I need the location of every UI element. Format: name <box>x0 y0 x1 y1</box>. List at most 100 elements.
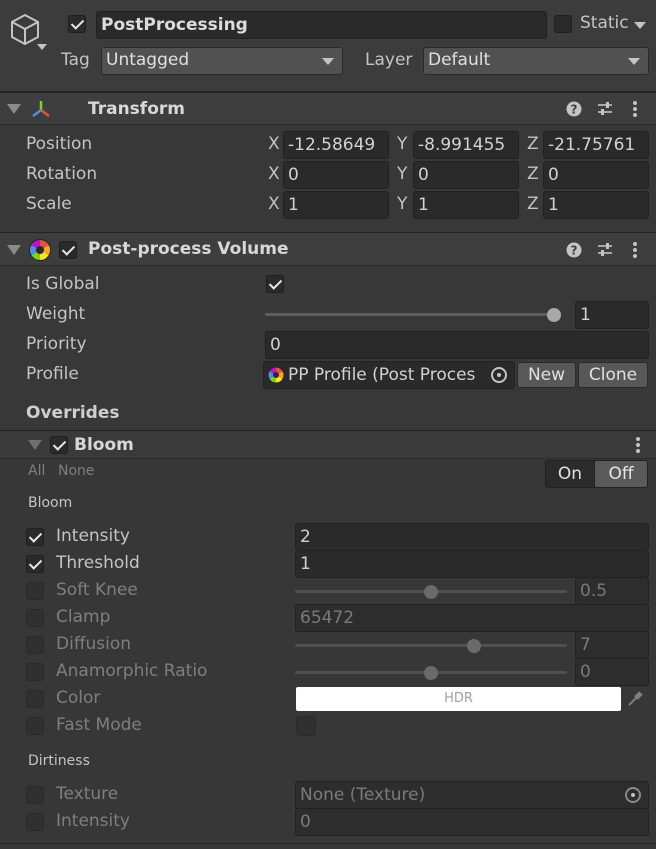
eyedropper-icon[interactable] <box>625 689 645 709</box>
kebab-menu-icon[interactable] <box>633 101 637 119</box>
presets-icon[interactable] <box>596 241 614 259</box>
intensity-override-checkbox[interactable] <box>26 528 44 546</box>
priority-input[interactable]: 0 <box>265 331 649 359</box>
threshold-override-checkbox[interactable] <box>26 555 44 573</box>
position-y-input[interactable]: -8.991455 <box>413 131 519 159</box>
foldout-arrow-icon[interactable] <box>7 104 21 114</box>
position-z-input[interactable]: -21.75761 <box>543 131 649 159</box>
post-process-volume-icon <box>29 239 51 261</box>
scale-x-axis-label[interactable]: X <box>268 194 280 214</box>
scale-y-axis-label[interactable]: Y <box>397 194 407 214</box>
soft-knee-slider-knob[interactable] <box>424 585 438 599</box>
rotation-x-axis-label[interactable]: X <box>268 164 280 184</box>
anamorphic-ratio-input[interactable]: 0 <box>575 658 649 686</box>
gameobject-cube-icon[interactable] <box>8 12 42 46</box>
rotation-y-axis-label[interactable]: Y <box>397 164 407 184</box>
transform-title: Transform <box>88 99 185 119</box>
soft-knee-label: Soft Knee <box>56 580 138 600</box>
texture-override-checkbox[interactable] <box>26 786 44 804</box>
is-global-checkbox[interactable] <box>266 275 284 293</box>
intensity-input[interactable]: 2 <box>295 523 649 551</box>
position-z-axis-label[interactable]: Z <box>527 134 539 154</box>
override-all-link[interactable]: All <box>28 463 45 479</box>
position-x-input[interactable]: -12.58649 <box>283 131 389 159</box>
transform-header[interactable]: Transform ? <box>0 92 656 125</box>
volume-title: Post-process Volume <box>88 239 289 259</box>
help-icon[interactable]: ? <box>566 242 582 258</box>
weight-label: Weight <box>26 304 86 324</box>
fast-mode-override-checkbox[interactable] <box>26 717 44 735</box>
layer-dropdown[interactable]: Default <box>423 47 649 75</box>
foldout-arrow-icon[interactable] <box>7 245 21 255</box>
anamorphic-ratio-slider[interactable] <box>295 662 567 682</box>
dirt-intensity-override-checkbox[interactable] <box>26 813 44 831</box>
tag-dropdown[interactable]: Untagged <box>101 47 343 75</box>
rotation-z-input[interactable]: 0 <box>543 161 649 189</box>
soft-knee-input[interactable]: 0.5 <box>575 577 649 605</box>
clamp-input[interactable]: 65472 <box>295 604 649 632</box>
bloom-enabled-checkbox[interactable] <box>50 436 68 454</box>
soft-knee-slider[interactable] <box>295 581 567 601</box>
volume-header[interactable]: Post-process Volume ? <box>0 232 656 266</box>
dirt-intensity-label: Intensity <box>56 811 130 831</box>
diffusion-override-checkbox[interactable] <box>26 636 44 654</box>
help-icon[interactable]: ? <box>566 101 582 117</box>
diffusion-slider-track <box>295 644 567 647</box>
gameobject-icon-dropdown-arrow[interactable] <box>37 44 47 50</box>
scale-label: Scale <box>26 194 72 214</box>
profile-new-button[interactable]: New <box>517 362 576 388</box>
diffusion-slider-knob[interactable] <box>466 639 481 653</box>
clamp-override-checkbox[interactable] <box>26 609 44 627</box>
dirt-intensity-input[interactable]: 0 <box>295 808 649 836</box>
rotation-y-input[interactable]: 0 <box>413 161 519 189</box>
static-dropdown-arrow-icon[interactable] <box>634 22 646 29</box>
volume-enabled-checkbox[interactable] <box>59 241 77 259</box>
gameobject-header: PostProcessing Static Tag Untagged Layer… <box>0 0 656 92</box>
tag-dropdown-value: Untagged <box>106 50 190 70</box>
color-hdr-label: HDR <box>444 691 473 706</box>
scale-z-axis-label[interactable]: Z <box>527 194 539 214</box>
weight-input[interactable]: 1 <box>575 301 649 329</box>
position-y-axis-label[interactable]: Y <box>397 134 407 154</box>
anamorphic-ratio-label: Anamorphic Ratio <box>56 661 208 681</box>
scale-y-input[interactable]: 1 <box>413 191 519 219</box>
soft-knee-override-checkbox[interactable] <box>26 582 44 600</box>
bloom-header[interactable]: Bloom <box>0 430 656 459</box>
rotation-x-input[interactable]: 0 <box>283 161 389 189</box>
kebab-menu-icon[interactable] <box>636 437 640 455</box>
diffusion-input[interactable]: 7 <box>575 631 649 659</box>
object-picker-icon[interactable] <box>622 784 646 806</box>
post-process-profile-icon <box>267 366 285 384</box>
weight-slider-knob[interactable] <box>547 308 561 322</box>
diffusion-slider[interactable] <box>295 635 567 655</box>
scale-x-input[interactable]: 1 <box>283 191 389 219</box>
object-picker-icon[interactable] <box>486 362 514 388</box>
weight-slider[interactable] <box>265 304 567 324</box>
presets-icon[interactable] <box>596 100 614 118</box>
transform-icon <box>32 101 50 117</box>
texture-object-field[interactable]: None (Texture) <box>295 781 649 809</box>
profile-clone-button[interactable]: Clone <box>578 362 648 388</box>
tag-label: Tag <box>61 50 90 70</box>
bloom-on-toggle[interactable]: On <box>545 460 595 488</box>
foldout-arrow-icon[interactable] <box>28 440 42 450</box>
scale-z-input[interactable]: 1 <box>543 191 649 219</box>
texture-label: Texture <box>56 784 119 804</box>
profile-object-value: PP Profile (Post Proces <box>288 365 476 385</box>
profile-object-field[interactable]: PP Profile (Post Proces <box>263 361 515 389</box>
color-override-checkbox[interactable] <box>26 690 44 708</box>
anamorphic-ratio-override-checkbox[interactable] <box>26 663 44 681</box>
fast-mode-checkbox[interactable] <box>296 716 316 736</box>
layer-dropdown-value: Default <box>428 50 491 70</box>
override-none-link[interactable]: None <box>58 463 95 479</box>
rotation-z-axis-label[interactable]: Z <box>527 164 539 184</box>
anamorphic-ratio-slider-knob[interactable] <box>424 666 438 680</box>
gameobject-name-input[interactable]: PostProcessing <box>96 11 547 39</box>
threshold-input[interactable]: 1 <box>295 550 649 578</box>
bloom-off-toggle[interactable]: Off <box>594 460 648 488</box>
position-x-axis-label[interactable]: X <box>268 134 280 154</box>
kebab-menu-icon[interactable] <box>633 242 637 260</box>
color-swatch[interactable]: HDR <box>296 687 621 711</box>
static-checkbox[interactable] <box>554 15 572 33</box>
gameobject-active-checkbox[interactable] <box>68 15 86 33</box>
